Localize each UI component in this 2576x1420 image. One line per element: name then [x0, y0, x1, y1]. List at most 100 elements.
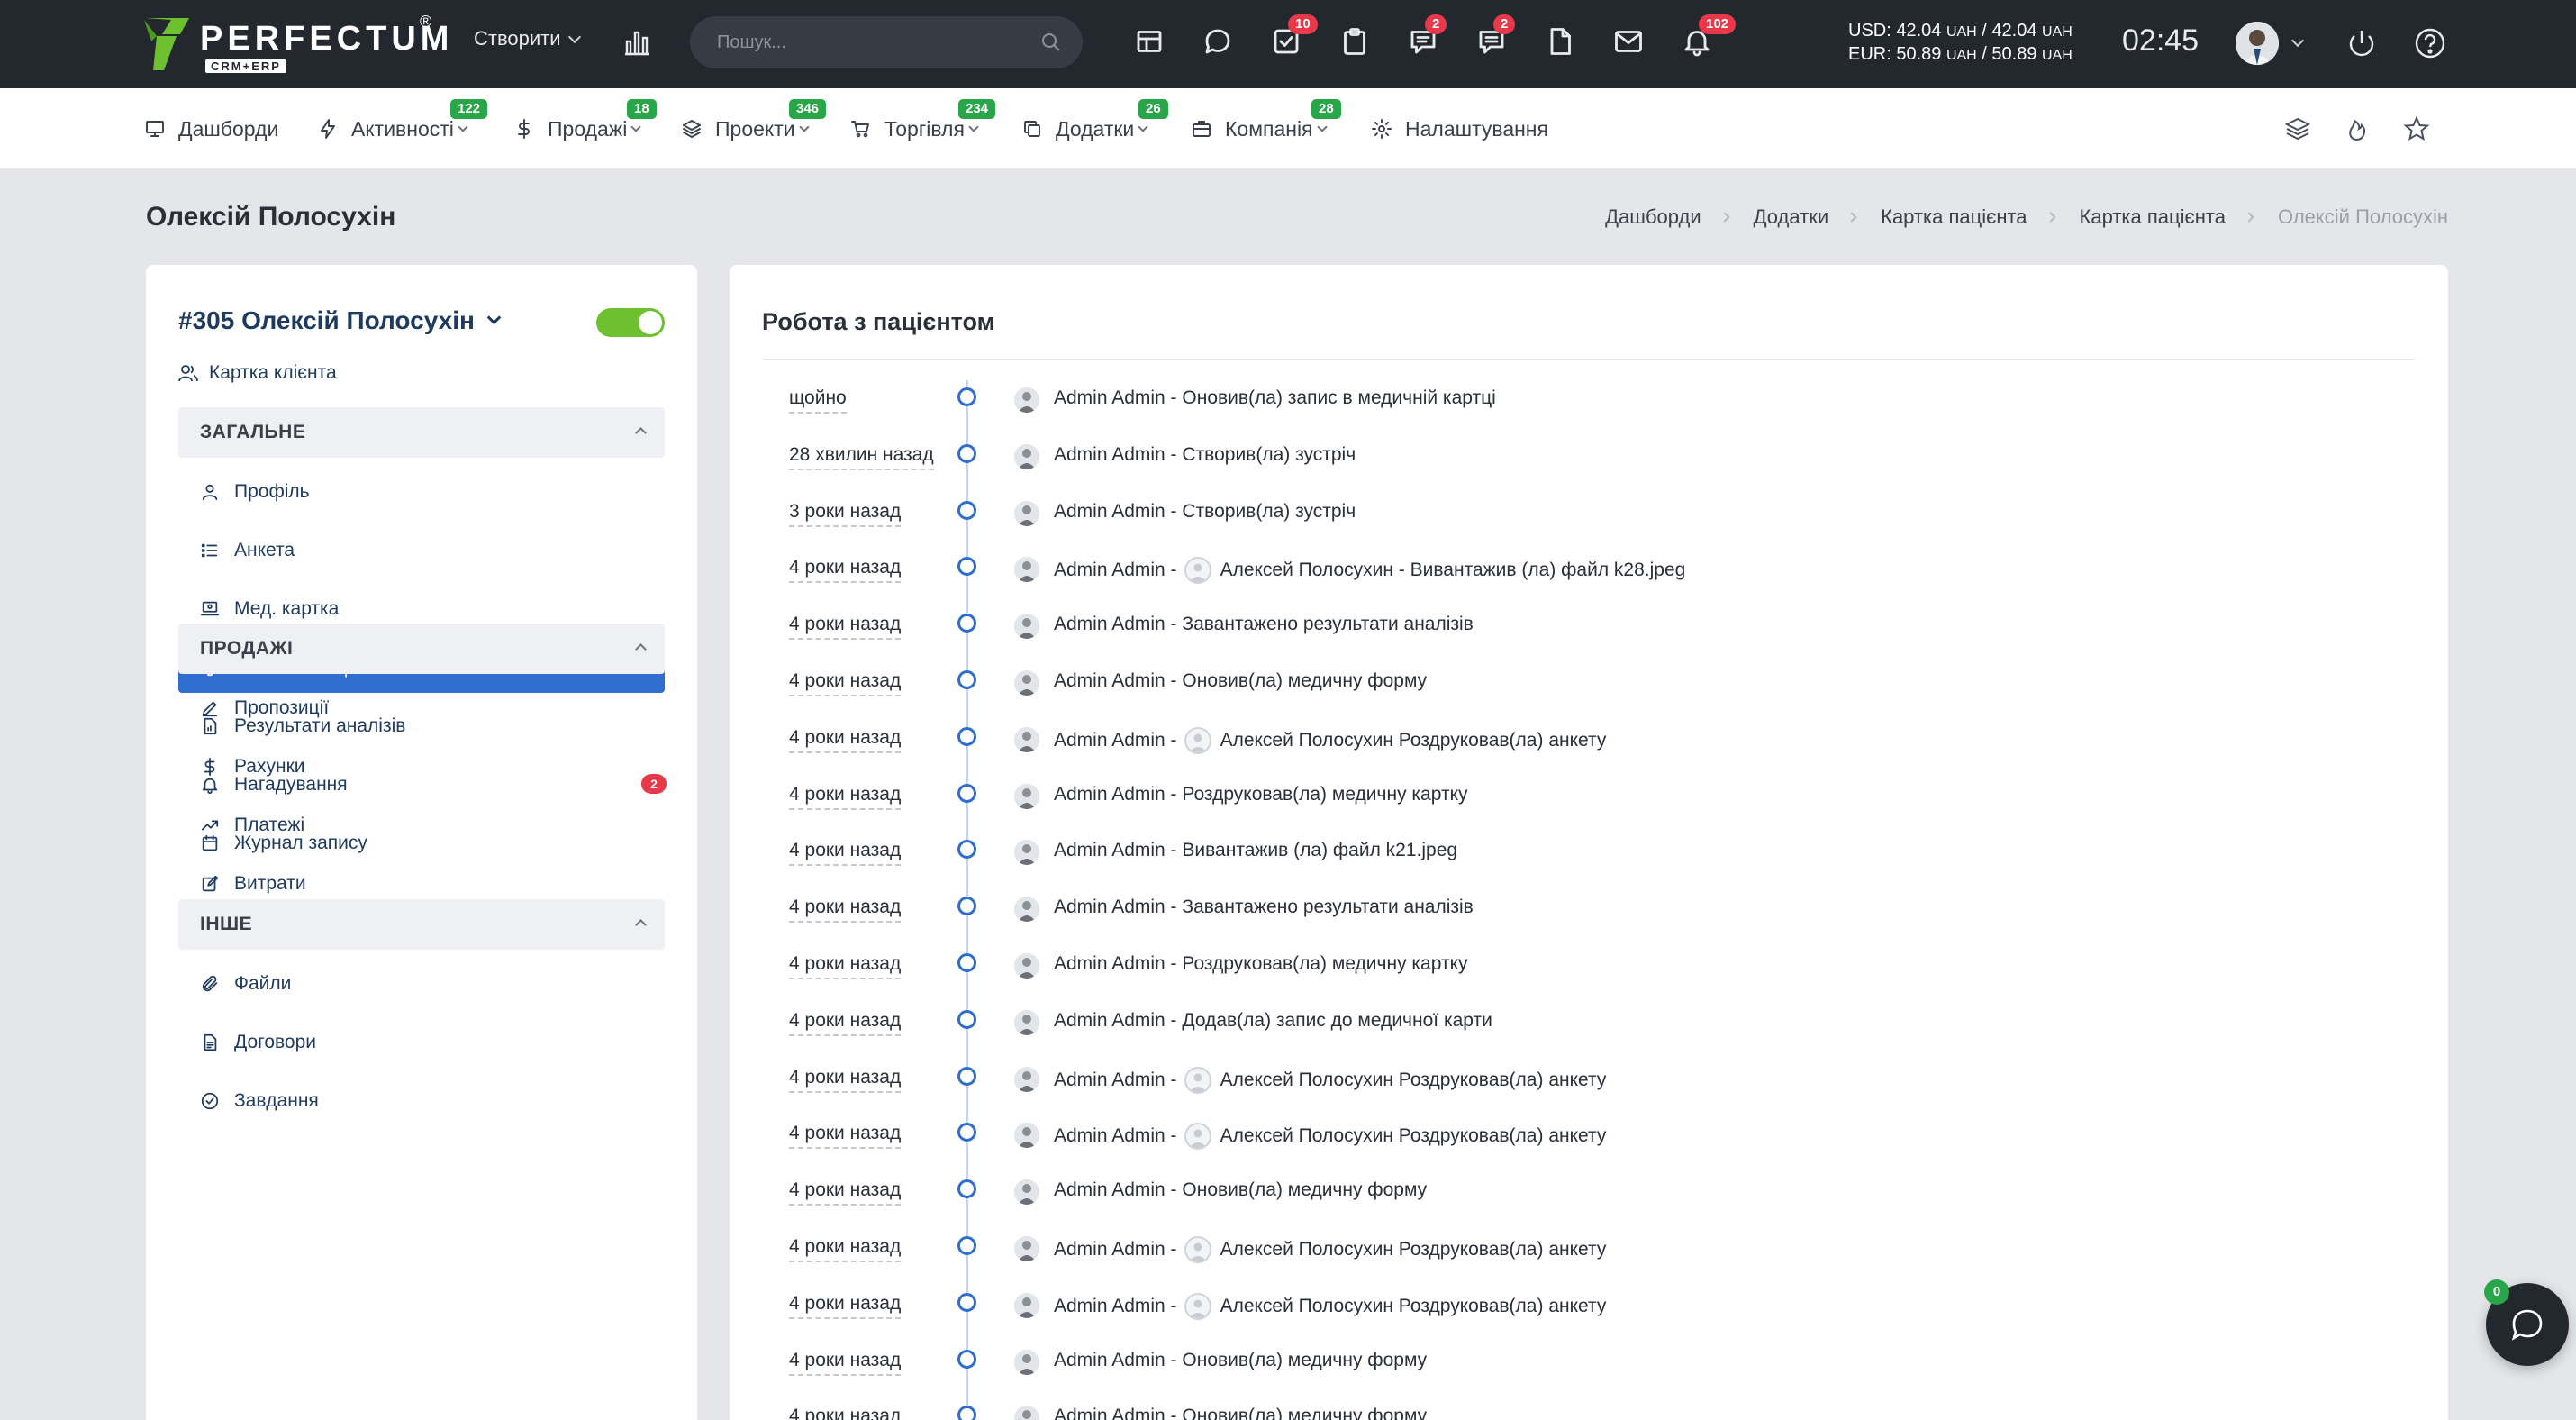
sidebar-item-tasks[interactable]: Завдання — [178, 1076, 665, 1126]
nav-item-settings[interactable]: Налаштування — [1371, 88, 1548, 169]
search-input[interactable] — [717, 16, 1023, 68]
timeline-time[interactable]: 4 роки назад — [789, 1179, 902, 1206]
nav-count-badge: 18 — [627, 99, 657, 119]
bell-icon[interactable]: 102 — [1681, 14, 1737, 61]
chevron-right-icon — [2244, 212, 2254, 223]
timeline-action: Admin Admin - Оновив(ла) медичну форму — [1054, 1406, 1428, 1420]
sidebar-item-contracts[interactable]: Договори — [178, 1017, 665, 1068]
timeline-time[interactable]: 4 роки назад — [789, 1406, 901, 1420]
gear-icon — [1372, 119, 1392, 139]
timeline-time[interactable]: 4 роки назад — [789, 1350, 902, 1376]
timeline-time[interactable]: 4 роки назад — [789, 670, 902, 696]
fire-icon[interactable] — [2344, 115, 2371, 142]
nav-item-activities[interactable]: Активності — [317, 88, 468, 169]
chevron-down-icon[interactable] — [2290, 33, 2305, 48]
notification-badge: 10 — [1288, 14, 1318, 34]
breadcrumb-item[interactable]: Картка пацієнта — [1881, 205, 2027, 229]
client-card-link[interactable]: Картка клієнта — [178, 362, 337, 384]
timeline-action-detail: Алексей Полосухин - Вивантажив (ла) файл… — [1220, 560, 1686, 581]
timeline-time[interactable]: 28 хвилин назад — [789, 444, 934, 470]
timeline-time[interactable]: 4 роки назад — [789, 727, 902, 753]
timeline-dot — [957, 1406, 976, 1420]
timeline-action: Admin Admin - — [1054, 1069, 1177, 1090]
timeline-row: 4 роки назад Admin Admin - Завантажено ре… — [730, 603, 2448, 659]
timeline-dot — [957, 1009, 976, 1029]
timeline-time[interactable]: щойно — [789, 387, 847, 414]
breadcrumb-item[interactable]: Додатки — [1754, 205, 1828, 229]
chat-icon[interactable] — [1202, 25, 1238, 61]
messages-icon[interactable]: 2 — [1407, 14, 1447, 61]
section-header-other[interactable]: ІНШЕ — [178, 899, 665, 950]
sidebar-item-files[interactable]: Файли — [178, 959, 665, 1009]
document-icon[interactable] — [1544, 25, 1580, 61]
admin-avatar — [1014, 783, 1039, 809]
chat-bubble-icon — [2511, 1309, 2543, 1341]
admin-avatar — [1014, 726, 1039, 752]
patient-selector[interactable]: #305 Олексій Полосухін — [178, 306, 502, 335]
timeline-dot — [957, 783, 976, 803]
table-icon[interactable] — [1133, 25, 1169, 61]
timeline-text: Admin Admin - Роздруковав(ла) медичну ка… — [1054, 784, 1468, 806]
breadcrumb-item[interactable]: Картка пацієнта — [2080, 205, 2226, 229]
timeline-time[interactable]: 4 роки назад — [789, 953, 902, 979]
admin-avatar — [1014, 614, 1039, 640]
sidebar-item-payments[interactable]: Платежі — [178, 800, 665, 851]
nav-item-projects[interactable]: Проекти — [681, 88, 810, 169]
admin-avatar — [1014, 840, 1039, 866]
timeline-text: Admin Admin - Створив(ла) зустріч — [1054, 444, 1356, 466]
nav-count-badge: 234 — [958, 99, 996, 119]
create-button[interactable]: Створити — [474, 27, 581, 50]
bolt-icon — [321, 119, 335, 139]
nav-item-dashboards[interactable]: Дашборди — [144, 88, 278, 169]
help-icon[interactable] — [2412, 25, 2448, 61]
power-icon[interactable] — [2344, 25, 2380, 61]
timeline-time[interactable]: 4 роки назад — [789, 1123, 902, 1150]
timeline-time[interactable]: 4 роки назад — [789, 1067, 902, 1093]
star-icon[interactable] — [2403, 115, 2430, 142]
timeline-time[interactable]: 4 роки назад — [789, 840, 902, 867]
nav-item-addons[interactable]: Додатки — [1021, 88, 1148, 169]
user-avatar[interactable] — [2236, 22, 2279, 65]
section-header-sales[interactable]: ПРОДАЖІ — [178, 624, 665, 674]
search-icon[interactable] — [1041, 32, 1061, 52]
sidebar-item-invoices[interactable]: Рахунки — [178, 742, 665, 792]
timeline-time[interactable]: 3 роки назад — [789, 501, 902, 527]
timeline-time[interactable]: 4 роки назад — [789, 557, 902, 584]
breadcrumb-item: Олексій Полосухін — [2277, 205, 2448, 228]
timeline-time[interactable]: 4 роки назад — [789, 1010, 902, 1036]
nav-count-badge: 122 — [450, 99, 488, 119]
sidebar-item-proposals[interactable]: Пропозиції — [178, 683, 665, 733]
trend-up-icon — [201, 820, 219, 831]
mail-icon[interactable] — [1612, 25, 1648, 61]
sidebar-item-profile[interactable]: Профіль — [178, 467, 665, 517]
timeline-time[interactable]: 4 роки назад — [789, 1236, 902, 1262]
usd-rate: USD: 42.04 — [1848, 21, 1942, 41]
tasks-check-icon[interactable]: 10 — [1270, 14, 1318, 61]
timeline-action: Admin Admin - Оновив(ла) запис в медичні… — [1054, 387, 1496, 408]
search-box[interactable] — [690, 16, 1083, 68]
timeline-time[interactable]: 4 роки назад — [789, 897, 902, 924]
chat-badge: 0 — [2484, 1279, 2509, 1305]
timeline-row: щойно Admin Admin - Оновив(ла) запис в ме… — [730, 377, 2448, 432]
clipboard-icon[interactable] — [1338, 25, 1374, 61]
laptop-user-icon — [200, 601, 220, 616]
nav-item-company[interactable]: Компанія — [1191, 88, 1328, 169]
timeline-row: 4 роки назад Admin Admin - Алексей Полосух… — [730, 546, 2448, 602]
nav-item-sales[interactable]: Продажі — [513, 88, 641, 169]
admin-avatar — [1014, 1009, 1039, 1035]
logo[interactable]: PERFECTUM ® CRM+ERP — [144, 13, 449, 76]
timeline-time[interactable]: 4 роки назад — [789, 614, 902, 641]
comments-icon[interactable]: 2 — [1475, 14, 1516, 61]
timeline-time[interactable]: 4 роки назад — [789, 1293, 902, 1319]
timeline-time[interactable]: 4 роки назад — [789, 784, 902, 810]
sidebar-item-questionnaire[interactable]: Анкета — [178, 525, 665, 576]
layers-icon[interactable] — [2284, 115, 2311, 142]
section-header-general[interactable]: ЗАГАЛЬНЕ — [178, 407, 665, 458]
timeline-dot — [957, 1179, 976, 1199]
check-circle-icon — [201, 1092, 219, 1110]
breadcrumb-item[interactable]: Дашборди — [1605, 205, 1701, 229]
dollar-icon — [204, 757, 215, 777]
patient-active-toggle[interactable] — [596, 308, 665, 337]
timeline-action: Admin Admin - Завантажено результати ана… — [1054, 614, 1474, 635]
bar-chart-icon[interactable] — [621, 27, 652, 58]
